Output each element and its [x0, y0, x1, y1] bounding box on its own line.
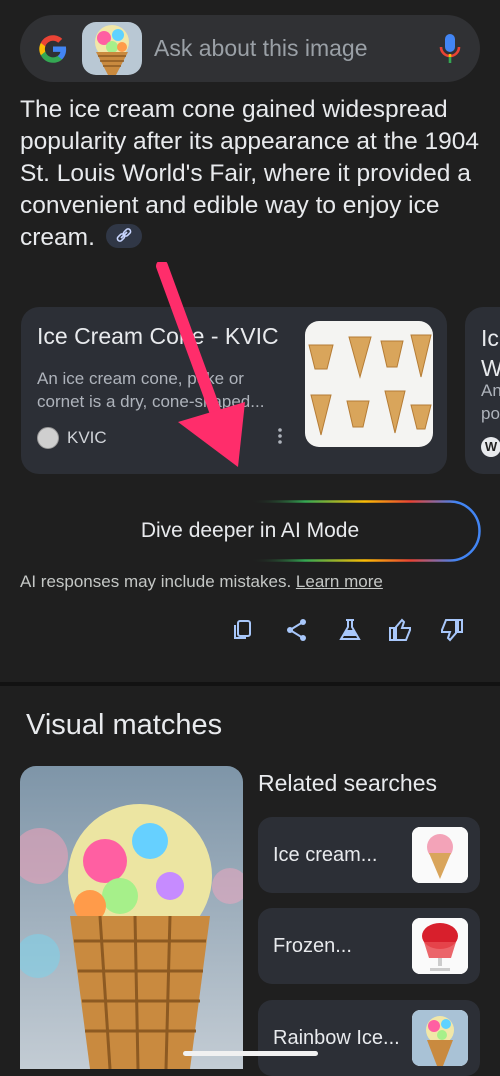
- related-search-item[interactable]: Ice cream...: [258, 817, 480, 893]
- annotation-arrow-icon: [156, 262, 245, 467]
- ai-answer-text: The ice cream cone gained widespread pop…: [20, 94, 480, 254]
- source-card-2[interactable]: Ic W An po W: [465, 307, 500, 474]
- feedback-actions: [230, 617, 470, 643]
- source-name: KVIC: [67, 428, 107, 447]
- microphone-icon[interactable]: [438, 32, 462, 66]
- source-favicon-icon: [37, 427, 59, 449]
- copy-icon[interactable]: [230, 617, 256, 643]
- ai-disclaimer: AI responses may include mistakes. Learn…: [20, 572, 383, 592]
- answer-text: The ice cream cone gained widespread pop…: [20, 96, 480, 251]
- related-searches-title: Related searches: [258, 770, 437, 796]
- learn-more-link[interactable]: Learn more: [296, 572, 383, 591]
- wikipedia-icon: W: [481, 437, 500, 457]
- card-title: Ic W: [481, 325, 500, 381]
- visual-match-image[interactable]: [20, 766, 243, 1069]
- search-input[interactable]: Ask about this image: [154, 35, 368, 62]
- home-indicator[interactable]: [183, 1051, 318, 1056]
- visual-matches-title: Visual matches: [26, 709, 223, 741]
- more-options-icon[interactable]: [277, 427, 283, 445]
- share-icon[interactable]: [284, 617, 310, 643]
- related-search-thumbnail: [412, 827, 468, 883]
- ai-mode-label: Dive deeper in AI Mode: [140, 519, 360, 542]
- query-image-thumbnail[interactable]: [82, 22, 142, 75]
- related-search-label: Rainbow Ice...: [273, 1027, 400, 1049]
- related-search-thumbnail: [412, 1010, 468, 1066]
- thumbs-down-icon[interactable]: [439, 617, 465, 643]
- search-bar[interactable]: Ask about this image: [20, 15, 480, 82]
- disclaimer-text: AI responses may include mistakes.: [20, 572, 292, 591]
- flask-icon[interactable]: [337, 617, 363, 643]
- section-divider: [0, 682, 500, 686]
- related-search-label: Ice cream...: [273, 844, 378, 866]
- card-source: KVIC: [37, 427, 107, 449]
- related-search-thumbnail: [412, 918, 468, 974]
- related-search-item[interactable]: Frozen...: [258, 908, 480, 984]
- link-icon: [116, 228, 132, 242]
- ai-mode-button[interactable]: Dive deeper in AI Mode: [21, 502, 479, 560]
- thumbs-up-icon[interactable]: [387, 617, 413, 643]
- card-thumbnail-cones: [305, 321, 433, 447]
- related-search-label: Frozen...: [273, 935, 352, 957]
- card-description: An po: [481, 381, 500, 423]
- source-link-chip[interactable]: [105, 224, 142, 248]
- google-logo-icon: [39, 35, 67, 63]
- related-search-item[interactable]: Rainbow Ice...: [258, 1000, 480, 1076]
